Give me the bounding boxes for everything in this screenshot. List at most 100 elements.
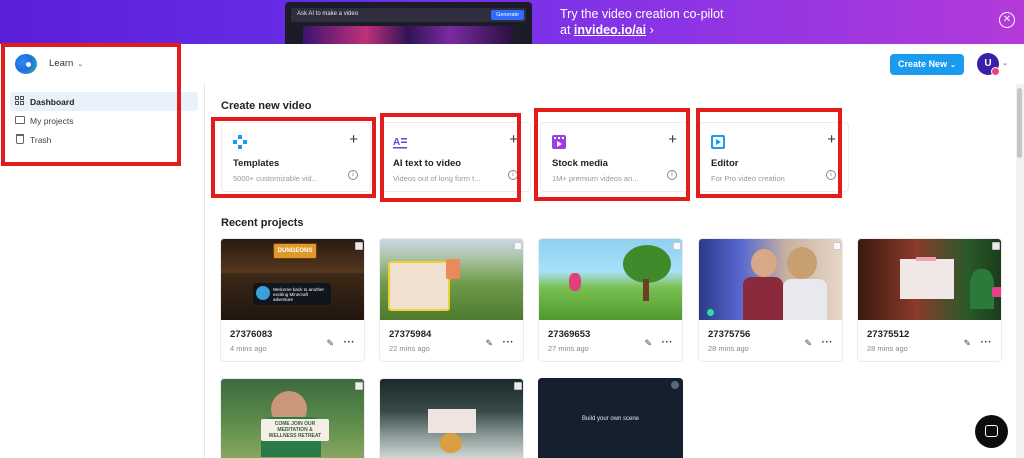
project-card[interactable]: 27375512 28 mins ago ✎ ···: [857, 238, 1002, 362]
chevron-down-icon: ⌄: [950, 62, 956, 69]
create-new-button[interactable]: Create New ⌄: [890, 54, 964, 75]
chat-widget-button[interactable]: [975, 415, 1008, 448]
chevron-down-icon[interactable]: ⌄: [1002, 59, 1008, 67]
project-thumbnail[interactable]: [539, 239, 682, 320]
trash-icon: [16, 134, 24, 144]
card-subtitle: 1M+ premium videos an...: [552, 174, 639, 183]
stock-media-card[interactable]: + Stock media 1M+ premium videos an... i: [540, 122, 690, 192]
add-icon[interactable]: +: [827, 131, 836, 148]
more-options-icon[interactable]: ···: [503, 337, 515, 348]
project-thumbnail[interactable]: [699, 239, 842, 320]
mock-generate-button: Generate: [491, 10, 524, 20]
banner-line2-prefix: at: [560, 23, 574, 37]
more-options-icon[interactable]: ···: [822, 337, 834, 348]
edit-icon[interactable]: ✎: [644, 338, 652, 349]
add-icon[interactable]: +: [668, 131, 677, 148]
project-name: 27375984: [389, 329, 432, 340]
project-card[interactable]: 27375984 22 mins ago ✎ ···: [379, 238, 524, 362]
project-time: 22 mins ago: [389, 344, 430, 353]
project-name: 27375512: [867, 329, 910, 340]
chat-icon: [985, 425, 998, 437]
add-icon[interactable]: +: [509, 131, 518, 148]
select-checkbox[interactable]: [992, 242, 1000, 250]
select-checkbox[interactable]: [514, 382, 522, 390]
project-card[interactable]: DUNGEONS Welcome back to another excitin…: [220, 238, 365, 362]
project-thumbnail[interactable]: Build your own scene: [538, 378, 683, 458]
templates-card[interactable]: + Templates 5000+ customizable vid... i: [221, 122, 371, 192]
card-title: Editor: [711, 158, 739, 169]
select-checkbox[interactable]: [514, 242, 522, 250]
learn-menu[interactable]: Learn ⌄: [49, 58, 83, 69]
thumbnail-logo-text: DUNGEONS: [277, 248, 313, 254]
svg-text:A: A: [393, 137, 400, 148]
mock-prompt-text: Ask AI to make a video: [297, 11, 359, 17]
thumbnail-caption: Welcome back to another exciting Minecra…: [273, 287, 324, 302]
scrollbar-thumb[interactable]: [1017, 88, 1022, 158]
info-icon[interactable]: i: [508, 170, 518, 180]
info-icon[interactable]: i: [667, 170, 677, 180]
ai-text-to-video-card[interactable]: A + AI text to video Videos out of long …: [381, 122, 531, 192]
folder-icon: [15, 116, 25, 124]
thumbnail-caption: COME JOIN OUR MEDITATION & WELLNESS RETR…: [268, 421, 322, 439]
mock-thumbnails: [303, 26, 513, 44]
more-options-icon[interactable]: ···: [662, 337, 674, 348]
project-card[interactable]: COME JOIN OUR MEDITATION & WELLNESS RETR…: [220, 378, 365, 458]
editor-card[interactable]: + Editor For Pro video creation i: [699, 122, 849, 192]
select-checkbox[interactable]: [355, 242, 363, 250]
project-time: 28 mins ago: [867, 344, 908, 353]
project-card[interactable]: 27375756 28 mins ago ✎ ···: [698, 238, 843, 362]
build-own-scene-card[interactable]: Build your own scene: [538, 378, 683, 458]
invideo-logo-icon[interactable]: [15, 54, 37, 74]
sidebar-item-trash[interactable]: Trash: [10, 130, 198, 149]
mock-prompt-bar: Ask AI to make a video Generate: [291, 8, 526, 22]
more-options-icon[interactable]: ···: [981, 337, 993, 348]
add-icon[interactable]: +: [349, 131, 358, 148]
templates-icon: [233, 135, 247, 149]
card-title: Stock media: [552, 158, 608, 169]
project-thumbnail[interactable]: [380, 239, 523, 320]
close-icon[interactable]: ✕: [999, 12, 1015, 28]
project-card[interactable]: 27369653 27 mins ago ✎ ···: [538, 238, 683, 362]
project-card[interactable]: [379, 378, 524, 458]
banner-line1: Try the video creation co-pilot: [560, 7, 724, 21]
avatar-badge-icon: [991, 67, 1000, 76]
promo-banner[interactable]: Ask AI to make a video Generate Try the …: [0, 0, 1024, 44]
dashboard-icon: [15, 96, 25, 106]
project-name: 27376083: [230, 329, 273, 340]
banner-text: Try the video creation co-pilot at invid…: [560, 6, 724, 38]
info-icon[interactable]: i: [826, 170, 836, 180]
project-thumbnail[interactable]: COME JOIN OUR MEDITATION & WELLNESS RETR…: [221, 379, 364, 458]
project-thumbnail[interactable]: [858, 239, 1001, 320]
select-checkbox[interactable]: [833, 242, 841, 250]
edit-icon[interactable]: ✎: [485, 338, 493, 349]
project-name: 27369653: [548, 329, 591, 340]
sidebar-item-my-projects[interactable]: My projects: [10, 111, 198, 130]
chevron-down-icon: ⌄: [77, 61, 84, 68]
info-icon[interactable]: i: [348, 170, 358, 180]
sidebar-item-dashboard[interactable]: Dashboard: [10, 92, 198, 111]
sidebar-item-label: Dashboard: [30, 97, 75, 107]
select-checkbox[interactable]: [673, 242, 681, 250]
banner-preview-image: Ask AI to make a video Generate: [285, 2, 532, 44]
card-subtitle: For Pro video creation: [711, 174, 785, 183]
stock-media-icon: [552, 135, 566, 149]
edit-icon[interactable]: ✎: [804, 338, 812, 349]
create-new-label: Create New: [898, 59, 948, 69]
create-section-title: Create new video: [221, 100, 312, 112]
card-subtitle: 5000+ customizable vid...: [233, 174, 318, 183]
project-thumbnail[interactable]: [380, 379, 523, 458]
edit-icon[interactable]: ✎: [963, 338, 971, 349]
recent-section-title: Recent projects: [221, 217, 304, 229]
project-time: 28 mins ago: [708, 344, 749, 353]
banner-link[interactable]: invideo.io/ai: [574, 23, 646, 37]
edit-icon[interactable]: ✎: [326, 338, 334, 349]
project-time: 4 mins ago: [230, 344, 267, 353]
editor-icon: [711, 135, 725, 149]
card-subtitle: Videos out of long form t...: [393, 174, 481, 183]
ai-text-icon: A: [393, 137, 407, 149]
project-time: 27 mins ago: [548, 344, 589, 353]
more-options-icon[interactable]: ···: [344, 337, 356, 348]
select-checkbox[interactable]: [355, 382, 363, 390]
project-thumbnail[interactable]: DUNGEONS Welcome back to another excitin…: [221, 239, 364, 320]
thumbnail-caption: Build your own scene: [581, 416, 640, 422]
